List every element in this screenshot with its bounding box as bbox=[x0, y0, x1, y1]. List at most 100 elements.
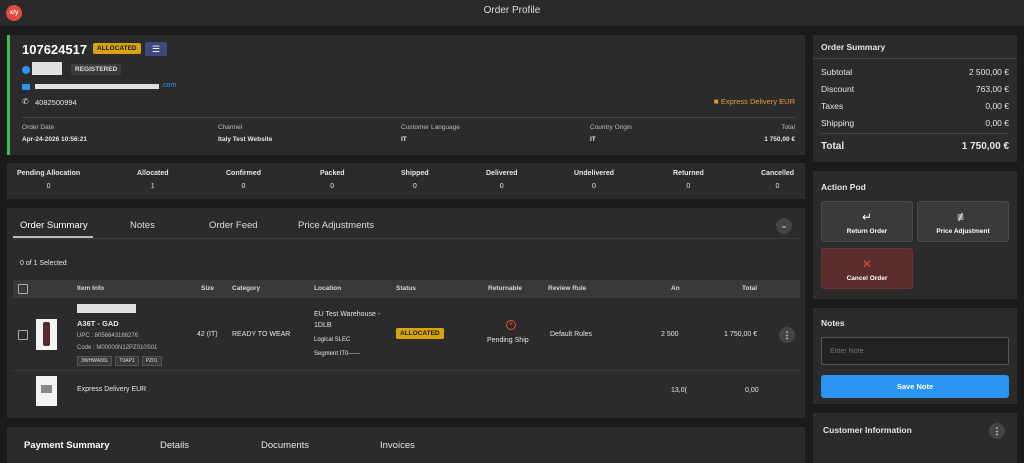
tab-order-summary[interactable]: Order Summary bbox=[20, 220, 88, 231]
status-count-label: Delivered bbox=[486, 170, 518, 177]
status-count-shipped: Shipped 0 bbox=[401, 163, 471, 199]
product-thumbnail[interactable] bbox=[36, 319, 57, 350]
truck-icon bbox=[41, 385, 52, 393]
order-header-panel: 107624517 ALLOCATED ☰ REGISTERED .com ✆ … bbox=[7, 35, 805, 155]
email-suffix[interactable]: .com bbox=[161, 82, 176, 89]
customer-type-badge: REGISTERED bbox=[71, 64, 122, 75]
status-count-label: Shipped bbox=[401, 170, 429, 177]
top-bar: x/y Order Profile bbox=[0, 0, 1024, 26]
discount-value: 763,00 € bbox=[975, 84, 1009, 94]
sliders-icon: ≢ bbox=[957, 210, 969, 224]
email-redacted bbox=[35, 84, 159, 89]
shipping-amount: 13,0( bbox=[671, 387, 687, 394]
total-label: Total bbox=[781, 124, 795, 131]
col-category[interactable]: Category bbox=[232, 285, 260, 292]
status-count-pending-allocation: Pending Allocation 0 bbox=[17, 163, 87, 199]
select-all-checkbox[interactable] bbox=[18, 284, 28, 294]
tab-documents[interactable]: Documents bbox=[261, 440, 309, 451]
col-returnable[interactable]: Returnable bbox=[488, 285, 522, 292]
status-count-confirmed: Confirmed 0 bbox=[226, 163, 296, 199]
col-review-rule[interactable]: Review Rule bbox=[548, 285, 586, 292]
product-tag: 3WHWA80L bbox=[77, 356, 113, 366]
tab-price-adjustments[interactable]: Price Adjustments bbox=[298, 220, 374, 231]
status-count-label: Cancelled bbox=[761, 170, 795, 177]
status-count-value: 0 bbox=[592, 183, 596, 190]
order-number: 107624517 bbox=[22, 42, 88, 57]
product-image bbox=[43, 322, 50, 346]
item-logical: Logical SLEC bbox=[314, 337, 351, 343]
status-count-value: 0 bbox=[46, 183, 51, 190]
product-tag: T0AP1 bbox=[115, 356, 139, 366]
shipping-total: 0,00 bbox=[745, 387, 759, 394]
channel: Italy Test Website bbox=[218, 136, 273, 143]
summary-total-label: Total bbox=[821, 141, 845, 152]
collapse-button[interactable]: ⌄ bbox=[776, 218, 792, 234]
save-note-button[interactable]: Save Note bbox=[821, 375, 1009, 398]
tab-details[interactable]: Details bbox=[160, 440, 189, 451]
cancel-order-button[interactable]: ✕ Cancel Order bbox=[821, 248, 913, 289]
status-count-undelivered: Undelivered 0 bbox=[574, 163, 644, 199]
col-location[interactable]: Location bbox=[314, 285, 341, 292]
origin: IT bbox=[590, 136, 596, 143]
origin-label: Country Origin bbox=[590, 124, 632, 131]
item-size: 42 (IT) bbox=[197, 331, 218, 338]
shipping-label: Shipping bbox=[821, 118, 855, 128]
user-icon bbox=[22, 66, 30, 74]
status-count-label: Packed bbox=[320, 170, 345, 177]
mail-icon bbox=[22, 84, 30, 90]
table-row[interactable]: Express Delivery EUR 13,0( 0,00 bbox=[13, 371, 800, 409]
status-count-label: Allocated bbox=[137, 170, 169, 177]
row-checkbox[interactable] bbox=[18, 330, 28, 340]
tab-invoices[interactable]: Invoices bbox=[380, 440, 415, 451]
status-count-allocated: Allocated 1 bbox=[137, 163, 207, 199]
phone-icon: ✆ bbox=[22, 97, 29, 106]
sliders-icon: ☰ bbox=[151, 44, 161, 54]
tab-notes[interactable]: Notes bbox=[130, 220, 155, 231]
col-total[interactable]: Total bbox=[742, 285, 757, 292]
channel-label: Channel bbox=[218, 124, 243, 131]
customer-info-panel: Customer Information ⋮ bbox=[813, 413, 1017, 463]
tab-order-feed[interactable]: Order Feed bbox=[209, 220, 258, 231]
product-brand-redacted bbox=[77, 304, 136, 313]
summary-total-value: 1 750,00 € bbox=[961, 141, 1009, 152]
row-menu-button[interactable]: ⋮ bbox=[779, 327, 795, 343]
order-date-label: Order Date bbox=[22, 124, 55, 131]
item-amount: 2 500 bbox=[661, 331, 679, 338]
order-date: Apr-24-2026 10:56:21 bbox=[22, 136, 88, 143]
table-row[interactable]: A36T - GAD UPC : 8056643186276 Code : M0… bbox=[13, 298, 800, 371]
status-count-value: 0 bbox=[686, 183, 691, 190]
note-input[interactable] bbox=[821, 337, 1009, 365]
item-segment: Segment IT0------ bbox=[314, 351, 361, 357]
return-order-button[interactable]: ↵ Return Order bbox=[821, 201, 913, 242]
truck-icon: ■ bbox=[713, 97, 719, 106]
item-category: READY TO WEAR bbox=[232, 331, 291, 338]
col-size[interactable]: Size bbox=[201, 285, 214, 292]
col-amount[interactable]: An bbox=[671, 285, 680, 292]
status-badge: ALLOCATED bbox=[93, 43, 141, 54]
shipping-thumbnail bbox=[36, 376, 57, 406]
col-item-info[interactable]: Item Info bbox=[77, 285, 104, 292]
delivery-method: Express Delivery EUR bbox=[720, 97, 795, 106]
language-label: Customer Language bbox=[401, 124, 460, 131]
status-count-value: 0 bbox=[330, 183, 335, 190]
summary-divider bbox=[821, 133, 1009, 134]
status-count-value: 0 bbox=[412, 183, 417, 190]
action-pod-title: Action Pod bbox=[821, 182, 866, 192]
status-count-value: 0 bbox=[499, 183, 504, 190]
table-header: Item Info Size Category Location Status … bbox=[13, 280, 800, 298]
product-tag: PZ01 bbox=[141, 356, 162, 366]
filter-button[interactable]: ☰ bbox=[145, 42, 167, 56]
customer-info-menu-button[interactable]: ⋮ bbox=[989, 423, 1005, 439]
discount-label: Discount bbox=[821, 84, 855, 94]
status-count-value: 1 bbox=[150, 183, 155, 190]
status-count-returned: Returned 0 bbox=[673, 163, 743, 199]
col-status[interactable]: Status bbox=[396, 285, 416, 292]
taxes-label: Taxes bbox=[821, 101, 844, 111]
status-count-label: Pending Allocation bbox=[17, 170, 81, 177]
shipping-name: Express Delivery EUR bbox=[77, 386, 147, 393]
language: IT bbox=[401, 136, 407, 143]
status-count-label: Undelivered bbox=[574, 170, 615, 177]
tab-payment-summary[interactable]: Payment Summary bbox=[24, 440, 110, 451]
status-count-value: 0 bbox=[241, 183, 246, 190]
price-adjustment-button[interactable]: ≢ Price Adjustment bbox=[917, 201, 1009, 242]
